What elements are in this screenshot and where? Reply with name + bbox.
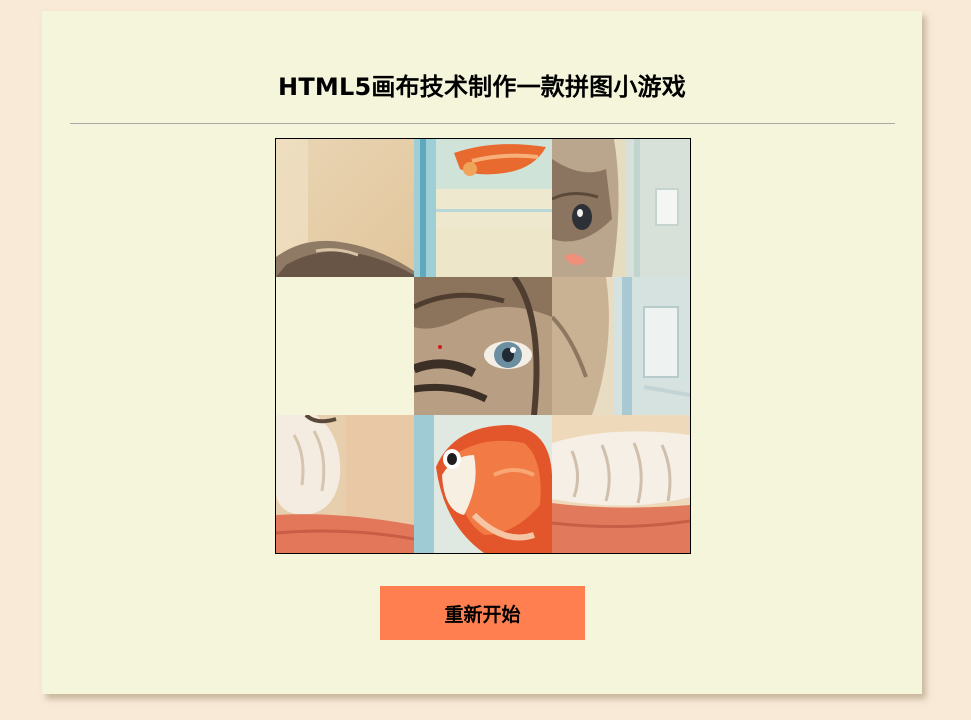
page-title: HTML5画布技术制作一款拼图小游戏 xyxy=(278,73,686,101)
restart-button[interactable]: 重新开始 xyxy=(380,586,585,640)
puzzle-tile-r1c2[interactable] xyxy=(414,139,552,277)
puzzle-tile-r2c3[interactable] xyxy=(552,277,690,415)
game-panel: HTML5画布技术制作一款拼图小游戏 重新开始 xyxy=(42,11,922,694)
puzzle-board xyxy=(275,138,691,554)
puzzle-tile-r3c1[interactable] xyxy=(276,415,414,553)
puzzle-tile-r2c2[interactable] xyxy=(414,277,552,415)
puzzle-tile-r1c3[interactable] xyxy=(552,139,690,277)
puzzle-tile-r3c3[interactable] xyxy=(552,415,690,553)
puzzle-tile-r3c2[interactable] xyxy=(414,415,552,553)
puzzle-tile-r1c1[interactable] xyxy=(276,139,414,277)
title-divider xyxy=(70,123,895,124)
